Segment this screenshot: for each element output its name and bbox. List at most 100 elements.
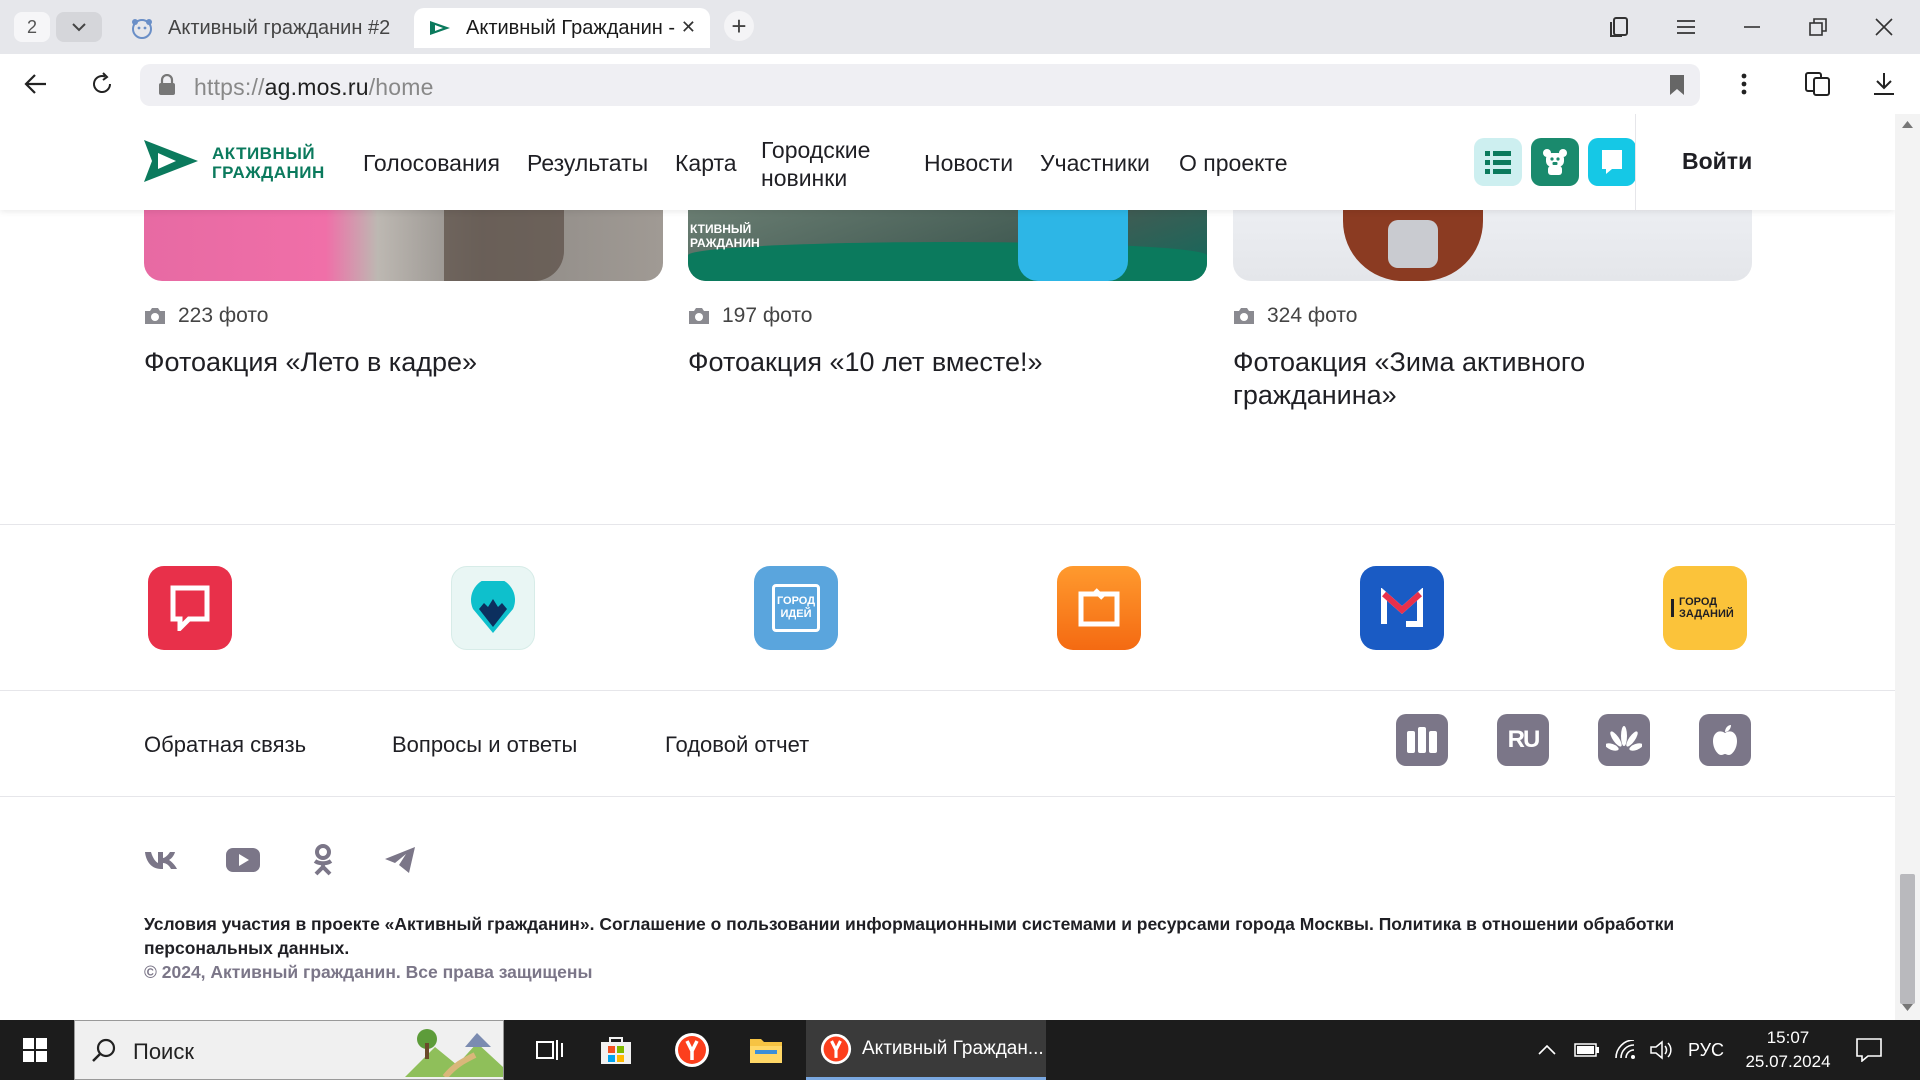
lock-icon[interactable]	[158, 74, 176, 96]
gorod-idey-app-tile[interactable]: ГОРОД ИДЕЙ	[754, 566, 838, 650]
more-options-icon[interactable]	[1724, 66, 1764, 102]
show-hidden-icons-button[interactable]	[1538, 1020, 1556, 1080]
photo-count-text: 223 фото	[178, 304, 269, 327]
annual-report-link[interactable]: Годовой отчет	[665, 732, 809, 758]
photo-card-title-winter[interactable]: Фотоакция «Зима активного гражданина»	[1233, 346, 1673, 412]
mos-store-icon	[1407, 727, 1437, 753]
rustore-button[interactable]: RU	[1497, 714, 1549, 766]
ag-logo-favicon-icon	[430, 21, 450, 35]
my-district-app-icon	[471, 581, 515, 633]
vk-icon	[145, 852, 177, 869]
list-view-button[interactable]	[1474, 138, 1522, 186]
logo-text[interactable]: АКТИВНЫЙ ГРАЖДАНИН	[212, 144, 325, 182]
photo-card-image-winter[interactable]	[1233, 210, 1752, 281]
new-tab-button[interactable]: +	[724, 11, 754, 41]
vk-link[interactable]	[142, 844, 180, 876]
page-scrollbar[interactable]	[1895, 114, 1920, 1020]
browser-tab-2-active[interactable]: Активный Гражданин - ✕	[414, 8, 710, 48]
task-view-icon	[536, 1040, 563, 1060]
taskbar-active-window[interactable]: Активный Граждан...	[806, 1020, 1046, 1080]
microsoft-store-button[interactable]	[586, 1020, 646, 1080]
yandex-browser-button[interactable]	[662, 1020, 722, 1080]
mos-store-button[interactable]	[1396, 714, 1448, 766]
minimize-icon[interactable]	[1732, 12, 1772, 42]
speaker-icon	[1650, 1040, 1672, 1060]
browser-tab-1[interactable]: Активный гражданин #2	[118, 8, 408, 48]
active-window-title: Активный Граждан...	[862, 1037, 1044, 1059]
youtube-link[interactable]	[224, 844, 262, 876]
nav-about[interactable]: О проекте	[1179, 150, 1288, 177]
scrollbar-thumb[interactable]	[1900, 874, 1915, 1004]
start-button[interactable]	[0, 1020, 70, 1080]
kids-bear-button[interactable]	[1531, 138, 1579, 186]
photo-card-title-summer[interactable]: Фотоакция «Лето в кадре»	[144, 346, 664, 379]
input-language[interactable]: РУС	[1688, 1020, 1724, 1080]
close-window-icon[interactable]	[1864, 12, 1904, 42]
nav-participants[interactable]: Участники	[1040, 150, 1150, 177]
orange-app-icon	[1078, 588, 1120, 627]
folder-icon	[750, 1039, 782, 1063]
feedback-link[interactable]: Обратная связь	[144, 732, 306, 758]
tab-list-dropdown-button[interactable]	[56, 12, 102, 42]
photo-overlay-text: КТИВНЫЙ РАЖДАНИН	[690, 222, 760, 250]
telegram-link[interactable]	[381, 844, 419, 876]
notifications-button[interactable]	[1856, 1020, 1882, 1080]
downloads-icon[interactable]	[1864, 66, 1904, 102]
camera-icon	[1234, 308, 1254, 324]
moscow-metro-app-tile[interactable]	[1360, 566, 1444, 650]
menu-icon[interactable]	[1666, 12, 1706, 42]
nav-news[interactable]: Новости	[924, 150, 1013, 177]
nav-city-novelties[interactable]: Городские новинки	[761, 136, 901, 192]
nav-map[interactable]: Карта	[675, 150, 737, 177]
volume-control[interactable]	[1650, 1020, 1674, 1080]
bookmarks-panel-icon[interactable]	[1600, 12, 1640, 42]
login-button[interactable]: Войти	[1682, 148, 1752, 175]
odnoklassniki-link[interactable]	[304, 844, 342, 876]
apple-app-store-button[interactable]	[1699, 714, 1751, 766]
chevron-down-icon	[72, 23, 86, 32]
speech-bubble-icon	[1602, 150, 1622, 174]
ag-app-tile[interactable]	[148, 566, 232, 650]
url-field[interactable]: https://ag.mos.ru/home	[140, 64, 1700, 106]
bookmark-icon[interactable]	[1668, 74, 1686, 96]
huawei-appgallery-button[interactable]	[1598, 714, 1650, 766]
task-view-button[interactable]	[522, 1020, 578, 1080]
gorod-zadaniy-app-tile[interactable]: ГОРОД ЗАДАНИЙ	[1663, 566, 1747, 650]
nav-results[interactable]: Результаты	[527, 150, 648, 177]
reload-button[interactable]	[82, 66, 122, 102]
legal-text[interactable]: Условия участия в проекте «Активный граж…	[144, 912, 1744, 960]
search-icon	[92, 1038, 116, 1062]
collections-icon[interactable]	[1798, 66, 1838, 102]
photo-card-image-summer[interactable]	[144, 210, 663, 281]
photo-card-image-10-years[interactable]: КТИВНЫЙ РАЖДАНИН	[688, 210, 1207, 281]
close-tab-icon[interactable]: ✕	[681, 17, 696, 38]
back-button[interactable]	[16, 66, 56, 102]
scroll-down-icon[interactable]	[1902, 1004, 1913, 1012]
photo-count-text: 197 фото	[722, 304, 813, 327]
battery-status[interactable]	[1574, 1020, 1600, 1080]
tab-count-badge[interactable]: 2	[14, 12, 50, 42]
photo-count-text: 324 фото	[1267, 304, 1358, 327]
camera-icon	[145, 308, 165, 324]
windows-logo-icon	[23, 1038, 47, 1062]
faq-link[interactable]: Вопросы и ответы	[392, 732, 577, 758]
file-explorer-button[interactable]	[736, 1020, 796, 1080]
scroll-up-icon[interactable]	[1902, 120, 1913, 128]
restore-window-icon[interactable]	[1798, 12, 1838, 42]
windows-taskbar: Поиск Активный Граждан... РУС 15:07 25.0…	[0, 1020, 1920, 1080]
photo-count-winter: 324 фото	[1233, 304, 1357, 328]
my-district-app-tile[interactable]	[451, 566, 535, 650]
photo-card-title-10-years[interactable]: Фотоакция «10 лет вместе!»	[688, 346, 1208, 379]
nav-votes[interactable]: Голосования	[363, 150, 500, 177]
ag-app-icon	[170, 585, 210, 631]
taskbar-clock[interactable]: 15:07 25.07.2024	[1740, 1026, 1836, 1074]
ag-app-button[interactable]	[1588, 138, 1636, 186]
bear-icon	[1543, 149, 1567, 175]
taskbar-search-box[interactable]: Поиск	[74, 1020, 504, 1080]
telegram-icon	[385, 847, 415, 873]
network-status[interactable]	[1614, 1020, 1638, 1080]
bear-favicon-icon	[132, 19, 152, 39]
ag-logo-icon[interactable]	[142, 138, 200, 184]
orange-app-tile[interactable]	[1057, 566, 1141, 650]
tab-count-text: 2	[26, 16, 37, 37]
